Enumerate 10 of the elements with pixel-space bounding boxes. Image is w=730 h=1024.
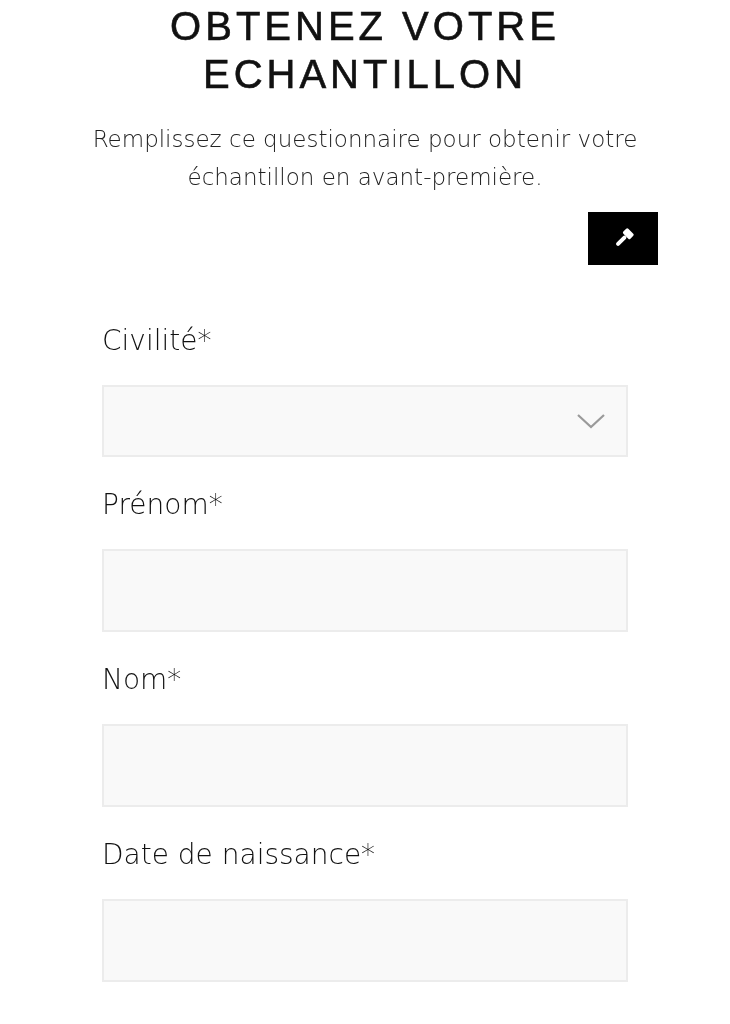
intro-text: Remplissez ce questionnaire pour obtenir votre échantillon en avant-première. (91, 125, 639, 192)
hammer-button[interactable] (588, 212, 658, 265)
field-label: Nom* (102, 662, 183, 698)
field-label: Prénom* (102, 487, 224, 523)
page-heading: ECHANTILLON (202, 51, 528, 98)
chevron-down-icon (576, 412, 606, 430)
select-field[interactable] (102, 385, 628, 457)
page-heading: OBTENEZ VOTRE (170, 3, 560, 50)
field-label: Date de naissance* (102, 837, 377, 873)
field-label: Civilité* (102, 323, 213, 359)
